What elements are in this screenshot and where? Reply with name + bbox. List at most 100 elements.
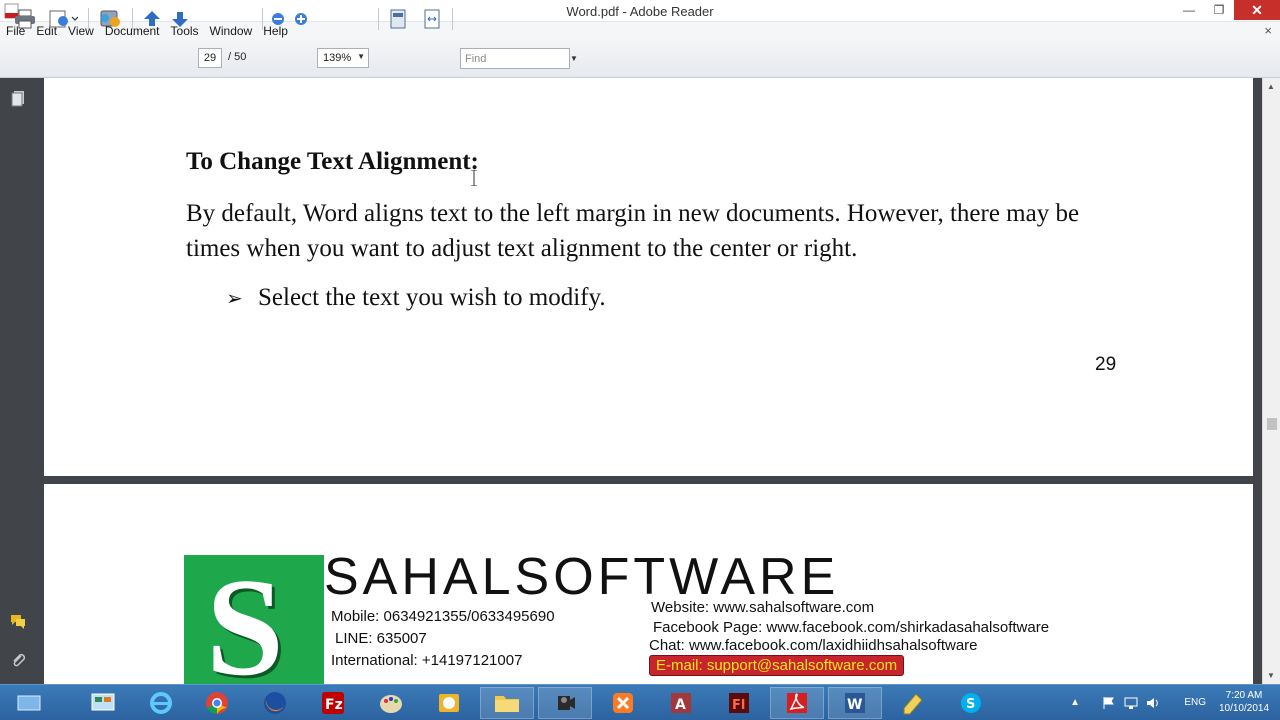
page-number-input[interactable]: 29 <box>198 48 222 68</box>
restore-button[interactable]: ❐ <box>1204 0 1234 20</box>
logo-letter: S <box>206 555 284 684</box>
svg-text:A: A <box>675 697 686 713</box>
arrow-down-icon <box>172 12 188 27</box>
taskbar-firefox[interactable] <box>248 687 302 719</box>
taskbar-outlook[interactable] <box>422 687 476 719</box>
pages-icon[interactable] <box>9 90 27 108</box>
language-indicator[interactable]: ENG <box>1184 697 1206 708</box>
internet-explorer-icon <box>150 692 172 714</box>
printer-icon <box>15 9 35 29</box>
website-info: Website: www.sahalsoftware.com <box>651 599 875 616</box>
control-panel-icon <box>91 693 115 711</box>
scroll-up-icon[interactable]: ▲ <box>1267 82 1275 91</box>
document-close-button[interactable]: × <box>1264 23 1272 38</box>
taskbar-chrome[interactable] <box>190 687 244 719</box>
zoom-in-icon <box>295 13 307 25</box>
title-bar: Word.pdf - Adobe Reader — ❐ ✕ <box>0 0 1280 22</box>
next-page-button[interactable] <box>168 8 192 30</box>
save-copy-icon <box>49 10 78 28</box>
section-heading: To Change Text Alignment: <box>186 148 479 175</box>
fit-page-icon <box>390 9 406 29</box>
bullet-item: ➢ Select the text you wish to modify. <box>226 284 606 312</box>
taskbar-flash[interactable]: Fl <box>712 687 766 719</box>
taskbar-word[interactable]: W <box>828 687 882 719</box>
pencil-notes-icon <box>903 693 923 715</box>
vertical-scrollbar[interactable]: ▲ ▼ <box>1262 78 1280 684</box>
full-screen-button[interactable] <box>420 8 444 30</box>
menu-window[interactable]: Window <box>210 24 253 38</box>
xampp-icon <box>613 693 633 713</box>
access-icon: A <box>671 693 691 713</box>
zoom-out-button[interactable] <box>268 8 288 30</box>
adobe-reader-window: Word.pdf - Adobe Reader — ❐ ✕ File Edit … <box>0 0 1280 720</box>
window-switcher-icon <box>17 695 41 711</box>
flag-icon[interactable] <box>1102 696 1116 710</box>
attachments-icon[interactable] <box>9 652 27 670</box>
arrow-bullet-icon: ➢ <box>226 288 243 310</box>
chevron-down-icon: ▼ <box>357 52 365 61</box>
minimize-button[interactable]: — <box>1174 0 1204 20</box>
taskbar-filezilla[interactable]: Fz <box>306 687 360 719</box>
taskbar-xampp[interactable] <box>596 687 650 719</box>
taskbar-skype[interactable]: S <box>944 687 998 719</box>
filezilla-icon: Fz <box>322 692 344 714</box>
comments-icon[interactable] <box>9 612 27 630</box>
tray-expand-icon[interactable]: ▲ <box>1070 697 1080 708</box>
clock-time: 7:20 AM <box>1225 690 1263 701</box>
zoom-select[interactable]: 139% ▼ <box>317 48 369 68</box>
sahalsoftware-logo: S <box>184 555 324 684</box>
taskbar-notes[interactable] <box>886 687 940 719</box>
network-icon[interactable] <box>1124 696 1138 710</box>
pdf-page-30: S SAHALSOFTWARE Mobile: 0634921355/06334… <box>44 484 1253 684</box>
mobile-info: Mobile: 0634921355/0633495690 <box>331 608 555 625</box>
camcorder-icon <box>558 696 575 710</box>
chevron-down-icon: ▼ <box>570 54 578 63</box>
arrow-up-icon <box>144 11 160 26</box>
taskbar-control-panel[interactable] <box>76 687 130 719</box>
adobe-reader-icon <box>787 693 807 713</box>
menu-bar: File Edit View Document Tools Window Hel… <box>0 22 1280 40</box>
svg-text:S: S <box>966 697 975 712</box>
svg-text:Fl: Fl <box>732 698 745 713</box>
previous-page-button[interactable] <box>140 8 164 30</box>
taskbar-explorer-win[interactable] <box>14 687 44 719</box>
taskbar-paint[interactable] <box>364 687 418 719</box>
window-title: Word.pdf - Adobe Reader <box>566 4 714 19</box>
scrollbar-thumb[interactable] <box>1267 418 1277 430</box>
line-info: LINE: 635007 <box>335 630 427 647</box>
document-viewport[interactable]: To Change Text Alignment: By default, Wo… <box>36 78 1262 684</box>
share-button[interactable] <box>96 8 124 30</box>
email-badge: E-mail: support@sahalsoftware.com <box>649 655 905 676</box>
brand-name: SAHALSOFTWARE <box>324 548 840 606</box>
page-total: / 50 <box>228 51 247 63</box>
svg-text:Fz: Fz <box>325 697 343 713</box>
close-button[interactable]: ✕ <box>1234 0 1280 20</box>
navigation-pane <box>0 78 36 684</box>
print-button[interactable] <box>12 8 38 30</box>
find-input[interactable]: Find <box>460 48 570 69</box>
fit-width-icon <box>424 9 440 29</box>
taskbar-video-app[interactable] <box>538 687 592 719</box>
taskbar-adobe-reader[interactable] <box>770 687 824 719</box>
svg-text:W: W <box>847 697 862 713</box>
firefox-icon <box>264 692 286 714</box>
volume-icon[interactable] <box>1146 696 1160 710</box>
clock-app-icon <box>439 694 459 712</box>
taskbar-file-explorer[interactable] <box>480 687 534 719</box>
zoom-value: 139% <box>323 52 352 64</box>
save-button[interactable] <box>46 8 80 30</box>
skype-icon: S <box>961 693 981 713</box>
taskbar-access[interactable]: A <box>654 687 708 719</box>
find-options-dropdown[interactable]: ▼ <box>570 48 580 69</box>
facebook-info: Facebook Page: www.facebook.com/shirkada… <box>653 619 1050 636</box>
system-clock[interactable]: 7:20 AM 10/10/2014 <box>1216 689 1272 715</box>
flash-icon: Fl <box>729 693 749 713</box>
fit-page-button[interactable] <box>386 8 410 30</box>
folder-icon <box>495 696 519 712</box>
scroll-down-icon[interactable]: ▼ <box>1267 671 1275 680</box>
zoom-in-button[interactable] <box>291 8 311 30</box>
pdf-page-29: To Change Text Alignment: By default, Wo… <box>44 78 1253 476</box>
chat-info: Chat: www.facebook.com/laxidhiidhsahalso… <box>649 637 978 654</box>
taskbar-internet-explorer[interactable] <box>134 687 188 719</box>
paint-palette-icon <box>380 695 402 713</box>
